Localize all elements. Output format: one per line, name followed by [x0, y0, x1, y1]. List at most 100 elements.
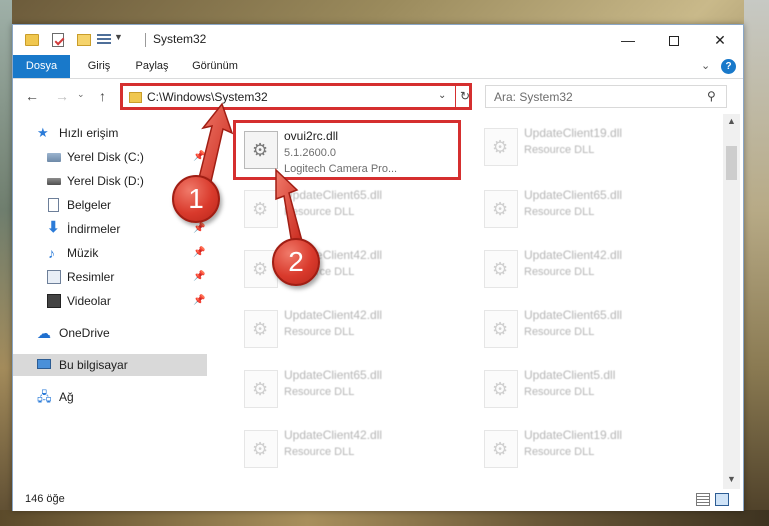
- sidebar-item-network[interactable]: 🖧 Ağ: [13, 386, 207, 408]
- sidebar-item-local-disk-c[interactable]: Yerel Disk (C:) 📌: [13, 146, 207, 168]
- dll-file-icon: [484, 190, 518, 228]
- file-tile[interactable]: UpdateClient42.dll Resource DLL: [476, 242, 696, 298]
- file-tile[interactable]: UpdateClient65.dll Resource DLL: [476, 302, 696, 358]
- music-icon: ♪: [48, 245, 55, 261]
- disk-icon: [47, 178, 61, 185]
- tab-file[interactable]: Dosya: [13, 55, 70, 78]
- dll-file-icon: [484, 430, 518, 468]
- title-separator: [145, 33, 146, 47]
- file-description: Resource DLL: [284, 206, 355, 218]
- customize-toolbar-chevron-icon[interactable]: ▼: [114, 32, 123, 48]
- up-arrow-icon[interactable]: ↑: [99, 88, 106, 104]
- pin-icon[interactable]: 📌: [193, 290, 205, 312]
- file-version: 5.1.2600.0: [284, 147, 336, 159]
- sidebar-item-music[interactable]: ♪ Müzik 📌: [13, 242, 207, 264]
- sidebar-item-downloads[interactable]: ⬇ İndirmeler 📌: [13, 218, 207, 240]
- new-folder-icon[interactable]: [77, 34, 91, 46]
- step-2-badge: 2: [272, 238, 320, 286]
- file-explorer-window: ▼ System32 — ✕ Dosya Giriş Paylaş Görünü…: [12, 24, 744, 511]
- ribbon-tabs: Dosya Giriş Paylaş Görünüm ⌄ ?: [13, 55, 743, 79]
- large-icons-view-icon[interactable]: [715, 493, 729, 506]
- sidebar-item-this-pc[interactable]: Bu bilgisayar: [13, 354, 207, 376]
- sidebar-item-quick-access[interactable]: ★ Hızlı erişim: [13, 122, 207, 144]
- dll-file-icon: [484, 250, 518, 288]
- file-tile[interactable]: UpdateClient65.dll Resource DLL: [236, 182, 456, 238]
- address-history-chevron-icon[interactable]: ⌄: [438, 90, 446, 101]
- video-icon: [47, 294, 61, 308]
- recent-locations-chevron-icon[interactable]: ⌄: [77, 89, 85, 100]
- file-tile[interactable]: UpdateClient5.dll Resource DLL: [476, 362, 696, 418]
- back-arrow-icon[interactable]: ←: [25, 88, 39, 104]
- dll-file-icon: [484, 370, 518, 408]
- scroll-up-icon[interactable]: ▲: [727, 116, 736, 126]
- file-name: UpdateClient5.dll: [524, 368, 616, 382]
- file-name: UpdateClient65.dll: [524, 188, 623, 202]
- dll-file-icon: [484, 128, 518, 166]
- file-name: UpdateClient42.dll: [284, 308, 383, 322]
- file-tile[interactable]: UpdateClient19.dll Resource DLL: [476, 120, 696, 176]
- help-icon[interactable]: ?: [721, 59, 736, 74]
- file-description: Resource DLL: [284, 446, 355, 458]
- tab-view[interactable]: Görünüm: [185, 55, 245, 78]
- file-name: UpdateClient42.dll: [524, 248, 623, 262]
- file-tile[interactable]: UpdateClient65.dll Resource DLL: [236, 362, 456, 418]
- file-tile[interactable]: UpdateClient65.dll Resource DLL: [476, 182, 696, 238]
- file-description: Resource DLL: [284, 326, 355, 338]
- window-title: System32: [153, 32, 207, 46]
- file-tile[interactable]: UpdateClient42.dll Resource DLL: [236, 242, 456, 298]
- scrollbar-thumb[interactable]: [726, 146, 737, 180]
- folder-icon: [129, 92, 142, 103]
- file-description: Resource DLL: [284, 386, 355, 398]
- step-1-badge: 1: [172, 175, 220, 223]
- file-tile-selected[interactable]: ovui2rc.dll 5.1.2600.0 Logitech Camera P…: [233, 120, 461, 180]
- tab-share[interactable]: Paylaş: [127, 55, 177, 78]
- file-name: UpdateClient65.dll: [524, 308, 623, 322]
- maximize-button[interactable]: [651, 25, 697, 55]
- network-icon: 🖧: [37, 389, 52, 404]
- expand-ribbon-chevron-icon[interactable]: ⌄: [701, 59, 710, 72]
- address-divider: [455, 86, 456, 107]
- view-icon[interactable]: [97, 34, 111, 46]
- refresh-icon[interactable]: ↻: [460, 89, 470, 103]
- file-description: Resource DLL: [524, 446, 595, 458]
- file-description: Resource DLL: [524, 206, 595, 218]
- desktop-background-right: [744, 0, 769, 526]
- search-input[interactable]: Ara: System32 ⚲: [485, 85, 727, 108]
- pin-icon[interactable]: 📌: [193, 242, 205, 264]
- file-name: ovui2rc.dll: [284, 129, 339, 143]
- sidebar-item-pictures[interactable]: Resimler 📌: [13, 266, 207, 288]
- file-name: UpdateClient19.dll: [524, 428, 623, 442]
- forward-arrow-icon[interactable]: →: [55, 88, 69, 104]
- cloud-icon: ☁: [37, 325, 51, 341]
- address-path[interactable]: C:\Windows\System32: [147, 90, 268, 104]
- minimize-button[interactable]: —: [605, 25, 651, 55]
- dll-file-icon: [244, 430, 278, 468]
- document-icon: [48, 198, 59, 212]
- scroll-down-icon[interactable]: ▼: [727, 474, 736, 484]
- pin-icon[interactable]: 📌: [193, 146, 205, 168]
- desktop-background-left: [0, 0, 12, 526]
- file-tile[interactable]: UpdateClient42.dll Resource DLL: [236, 302, 456, 358]
- vertical-scrollbar[interactable]: ▲ ▼: [723, 114, 740, 489]
- title-bar: ▼ System32 — ✕: [13, 25, 743, 55]
- close-button[interactable]: ✕: [697, 25, 743, 55]
- sidebar-item-videos[interactable]: Videolar 📌: [13, 290, 207, 312]
- file-tile[interactable]: UpdateClient42.dll Resource DLL: [236, 422, 456, 478]
- folder-icon: [25, 34, 39, 46]
- download-icon: ⬇: [47, 219, 60, 236]
- dll-file-icon: [244, 310, 278, 348]
- address-bar[interactable]: C:\Windows\System32 ⌄ ↻: [120, 83, 472, 110]
- search-placeholder: Ara: System32: [494, 90, 573, 104]
- dll-file-icon: [244, 131, 278, 169]
- details-view-icon[interactable]: [696, 493, 710, 506]
- file-description: Resource DLL: [524, 266, 595, 278]
- search-icon[interactable]: ⚲: [707, 89, 716, 103]
- sidebar-item-onedrive[interactable]: ☁ OneDrive: [13, 322, 207, 344]
- tab-home[interactable]: Giriş: [79, 55, 119, 78]
- properties-icon[interactable]: [52, 33, 64, 47]
- disk-icon: [47, 153, 61, 162]
- desktop-background-bottom: [0, 510, 769, 526]
- pin-icon[interactable]: 📌: [193, 266, 205, 288]
- dll-file-icon: [244, 190, 278, 228]
- file-tile[interactable]: UpdateClient19.dll Resource DLL: [476, 422, 696, 478]
